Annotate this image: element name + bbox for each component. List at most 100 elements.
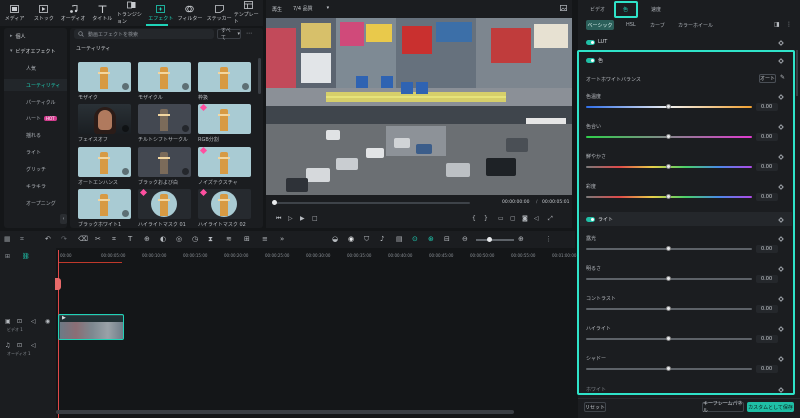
slider-value-input[interactable]: 0.00	[756, 245, 778, 253]
reset-button[interactable]: リセット	[584, 402, 606, 412]
nav-shake[interactable]: 揺れる	[4, 129, 67, 141]
render-icon[interactable]: ▢	[510, 215, 516, 222]
effect-thumbnail[interactable]	[138, 189, 191, 219]
text-icon[interactable]: T	[128, 235, 132, 243]
toolbar-filter[interactable]: フィルター	[175, 0, 204, 26]
playhead-knob[interactable]	[272, 200, 277, 205]
effect-thumbnail[interactable]	[198, 62, 251, 92]
toolbar-template[interactable]: テンプレート	[234, 0, 263, 26]
video-clip[interactable]: ▶	[58, 314, 124, 340]
compare-icon[interactable]: ◨	[774, 21, 780, 28]
markers-icon[interactable]: ⊟	[444, 235, 450, 243]
timeline-scrollbar[interactable]	[56, 410, 514, 414]
toolbar-transition[interactable]: トランジション	[117, 0, 146, 26]
snapshot-icon[interactable]	[560, 5, 567, 11]
add-track-icon[interactable]: ⊞	[5, 253, 10, 260]
download-icon[interactable]	[122, 83, 129, 90]
download-icon[interactable]	[182, 83, 189, 90]
nav-heart[interactable]: ハート HOT	[4, 112, 67, 124]
stabilize-icon[interactable]: ⊞	[244, 235, 250, 243]
mark-out-icon[interactable]: }	[484, 215, 488, 222]
zoom-slider-knob[interactable]	[487, 237, 492, 242]
nav-light[interactable]: ライト	[4, 146, 67, 158]
magnet-icon[interactable]: ⊛	[428, 235, 434, 243]
nav-opening[interactable]: オープニング	[4, 197, 67, 209]
snap-icon[interactable]: ⊙	[412, 235, 418, 243]
effect-thumbnail[interactable]	[78, 147, 131, 177]
mark-in-icon[interactable]: {	[472, 215, 476, 222]
work-area-bar[interactable]	[58, 262, 122, 263]
redo-icon[interactable]: ↷	[61, 235, 67, 243]
more-options-icon[interactable]: ⋯	[246, 30, 252, 37]
effect-thumbnail[interactable]	[138, 62, 191, 92]
effect-thumbnail[interactable]	[78, 104, 131, 134]
light-section[interactable]: ライト	[586, 216, 613, 223]
delete-icon[interactable]: ⌫	[78, 235, 88, 243]
more-icon[interactable]: ⋮	[786, 21, 792, 28]
audio-track-lock-icon[interactable]: ⊡	[17, 342, 22, 349]
slider-knob[interactable]	[666, 194, 671, 199]
browser-scrollbar[interactable]	[258, 58, 261, 94]
color-section[interactable]: 色	[586, 57, 603, 64]
slider-value-input[interactable]: 0.00	[756, 163, 778, 171]
subtab-color-wheel[interactable]: カラーホイール	[678, 22, 713, 29]
toolbar-sticker[interactable]: ステッカー	[205, 0, 234, 26]
link-icon[interactable]: ⛓	[22, 253, 30, 260]
slider-value-input[interactable]: 0.00	[756, 275, 778, 283]
filter-dropdown[interactable]: すべて ▾	[217, 28, 241, 41]
fullscreen-icon[interactable]: ⤢	[548, 215, 553, 223]
zoom-slider[interactable]	[476, 239, 514, 241]
volume-icon[interactable]: ◁	[534, 215, 539, 222]
nav-utility[interactable]: ユーティリティ	[4, 79, 67, 91]
split-icon[interactable]: ✂	[95, 235, 101, 243]
display-icon[interactable]: ▭	[498, 215, 504, 222]
play-icon[interactable]: ▷	[288, 215, 293, 222]
slider-value-input[interactable]: 0.00	[756, 133, 778, 141]
slider-knob[interactable]	[666, 134, 671, 139]
video-track-lock-icon[interactable]: ⊡	[17, 318, 22, 325]
zoom-in-icon[interactable]: ⊕	[518, 235, 524, 243]
download-icon[interactable]	[182, 125, 189, 132]
motion-icon[interactable]: ≡	[262, 235, 268, 243]
next-frame-icon[interactable]: ▶	[300, 215, 305, 222]
effect-thumbnail[interactable]	[138, 147, 191, 177]
color-toggle[interactable]	[586, 58, 595, 63]
video-track-visibility-icon[interactable]: ◉	[45, 318, 50, 325]
save-as-custom-button[interactable]: カスタムとして保存	[747, 402, 794, 412]
slider-value-input[interactable]: 0.00	[756, 305, 778, 313]
download-icon[interactable]	[122, 168, 129, 175]
scene-detect-icon[interactable]: ⌗	[20, 235, 24, 244]
speed-icon[interactable]: ◷	[192, 235, 198, 243]
video-track-audio-icon[interactable]: ◁	[31, 318, 36, 325]
audio-track-mute-icon[interactable]: ◁	[31, 342, 36, 349]
light-toggle[interactable]	[586, 217, 595, 222]
camera-icon[interactable]: ◙	[522, 215, 528, 222]
download-icon[interactable]	[242, 83, 249, 90]
effect-thumbnail[interactable]	[198, 189, 251, 219]
download-icon[interactable]	[122, 210, 129, 217]
effect-thumbnail[interactable]	[198, 147, 251, 177]
tab-video[interactable]: ビデオ	[590, 6, 605, 13]
playhead-handle[interactable]	[55, 278, 61, 290]
slider-knob[interactable]	[666, 276, 671, 281]
panel-scrollbar[interactable]	[796, 50, 798, 96]
freeze-icon[interactable]: ⧗	[208, 235, 213, 244]
nav-glitch[interactable]: グリッチ	[4, 163, 67, 175]
shield-icon[interactable]: ⛉	[364, 235, 369, 244]
toolbar-effects[interactable]: エフェクト	[146, 0, 175, 26]
undo-icon[interactable]: ↶	[45, 235, 51, 243]
slider-knob[interactable]	[666, 164, 671, 169]
toolbar-title[interactable]: タイトル	[88, 0, 117, 26]
more-tools-icon[interactable]: »	[280, 235, 284, 243]
voice-icon[interactable]: ▤	[396, 235, 403, 243]
toolbar-audio[interactable]: オーディオ	[58, 0, 87, 26]
color-icon[interactable]: ◐	[160, 235, 166, 243]
mask-icon[interactable]: ◎	[176, 235, 182, 243]
effect-thumbnail[interactable]	[78, 62, 131, 92]
audio-wave-icon[interactable]: ≋	[226, 235, 232, 243]
nav-sparkle[interactable]: キラキラ	[4, 180, 67, 192]
slider-knob[interactable]	[666, 366, 671, 371]
collapse-panel-button[interactable]: ‹	[60, 214, 67, 224]
quality-dropdown[interactable]: 7/4 品質 ▾	[290, 3, 338, 13]
zoom-out-icon[interactable]: ⊖	[462, 235, 468, 243]
